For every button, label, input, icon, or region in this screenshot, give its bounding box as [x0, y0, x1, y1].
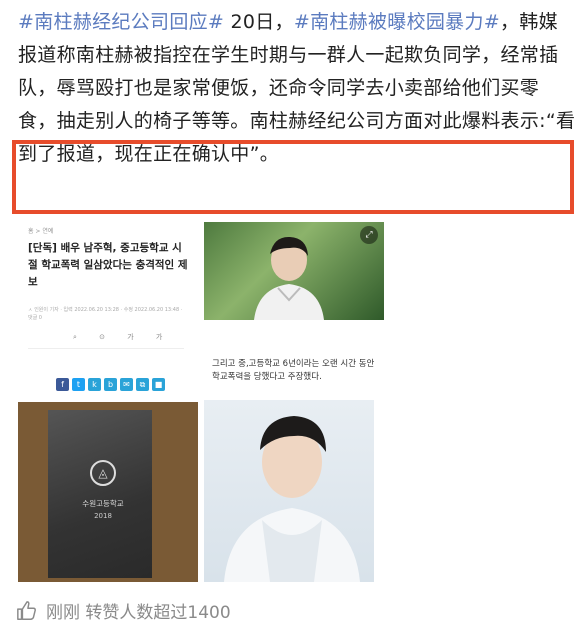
footer-text: 刚刚 转赞人数超过1400 — [46, 603, 231, 623]
divider — [28, 348, 184, 349]
blog-icon[interactable]: b — [104, 378, 117, 391]
actor-photo-2[interactable] — [204, 400, 374, 582]
facebook-icon[interactable]: f — [56, 378, 69, 391]
image-grid[interactable]: 홈 > 연예 [단독] 배우 남주혁, 중고등학교 시절 학교폭력 일삼았다는 … — [18, 222, 388, 582]
school-emblem-icon: ◬ — [90, 460, 116, 486]
article-breadcrumb: 홈 > 연예 — [28, 228, 54, 235]
hashtag-link[interactable]: #南柱赫被曝校园暴力# — [294, 11, 500, 33]
actor-photo-1[interactable]: ⤢ — [204, 222, 384, 320]
expand-icon[interactable]: ⤢ — [360, 226, 378, 244]
post-date: 20日， — [224, 11, 294, 33]
article-meta: ㅅ 인원이 기자 · 입력 2022.06.20 13:28 · 수정 2022… — [28, 307, 183, 321]
plaque-school-name: 수원고등학교 — [82, 499, 124, 508]
school-plaque-photo[interactable]: ◬ 수원고등학교 2018 — [18, 402, 198, 582]
copy-icon[interactable]: ⧉ — [136, 378, 149, 391]
highlight-box — [12, 140, 574, 214]
mail-icon[interactable]: ✉ — [120, 378, 133, 391]
hashtag-link[interactable]: #南柱赫经纪公司回应# — [18, 11, 224, 33]
twitter-icon[interactable]: t — [72, 378, 85, 391]
image-caption: 그리고 중,고등학교 6년이라는 오랜 시간 동안 학교폭력을 당했다고 주장했… — [212, 359, 375, 382]
kakao-icon[interactable]: k — [88, 378, 101, 391]
article-tools: ⌕ ⊙ 가 가 — [73, 333, 173, 341]
bookmark-icon[interactable]: ■ — [152, 378, 165, 391]
plaque-board — [48, 410, 152, 578]
share-bar: f t k b ✉ ⧉ ■ — [56, 378, 165, 391]
person-portrait — [224, 416, 360, 582]
article-headline: [단독] 배우 남주혁, 중고등학교 시절 학교폭력 일삼았다는 충격적인 제보 — [28, 242, 188, 288]
thumbs-up-icon[interactable] — [16, 600, 38, 622]
post-footer: 刚刚 转赞人数超过1400 — [16, 598, 231, 623]
person-silhouette — [254, 236, 324, 320]
news-article-screenshot[interactable]: 홈 > 연예 [단독] 배우 남주혁, 중고등학교 시절 학교폭력 일삼았다는 … — [18, 222, 194, 360]
plaque-year: 2018 — [94, 512, 112, 520]
